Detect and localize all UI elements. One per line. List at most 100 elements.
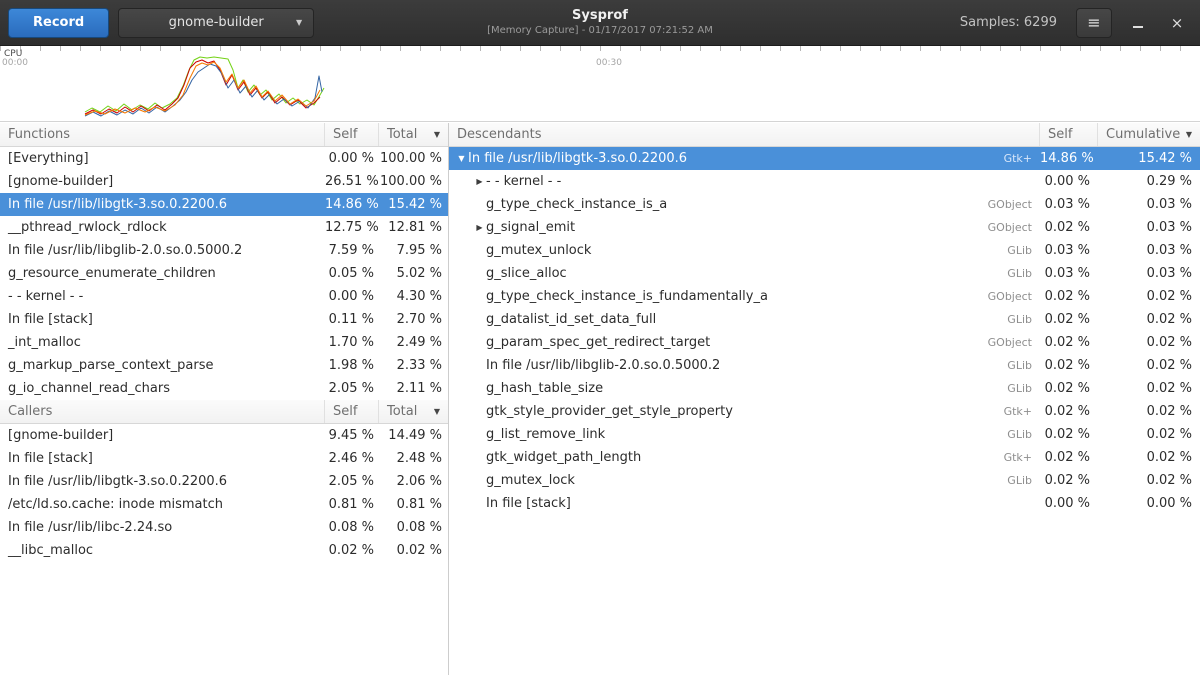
expander-collapsed-icon[interactable]: ▶ — [473, 170, 486, 193]
self-percent: 0.03 % — [1040, 266, 1098, 281]
table-row[interactable]: [gnome-builder]9.45 %14.49 % — [0, 424, 448, 447]
functions-table-body: [Everything]0.00 %100.00 %[gnome-builder… — [0, 147, 448, 400]
function-name-cell: [gnome-builder] — [0, 174, 325, 189]
table-row[interactable]: g_mutex_lockGLib0.02 %0.02 % — [449, 469, 1200, 492]
function-name-cell: In file /usr/lib/libc-2.24.so — [0, 520, 325, 535]
table-row[interactable]: In file [stack]2.46 %2.48 % — [0, 447, 448, 470]
total-percent: 14.49 % — [379, 428, 448, 443]
record-button[interactable]: Record — [8, 8, 109, 38]
table-row[interactable]: _int_malloc1.70 %2.49 % — [0, 331, 448, 354]
table-row[interactable]: In file [stack]0.11 %2.70 % — [0, 308, 448, 331]
library-badge: GObject — [978, 336, 1040, 349]
total-percent: 4.30 % — [379, 289, 448, 304]
capture-subtitle: [Memory Capture] - 01/17/2017 07:21:52 A… — [487, 24, 713, 37]
table-row[interactable]: ▶- - kernel - -0.00 %0.29 % — [449, 170, 1200, 193]
table-row[interactable]: In file /usr/lib/libc-2.24.so0.08 %0.08 … — [0, 516, 448, 539]
table-row[interactable]: - - kernel - -0.00 %4.30 % — [0, 285, 448, 308]
function-name-cell: g_markup_parse_context_parse — [0, 358, 325, 373]
column-header-self[interactable]: Self — [325, 123, 379, 146]
self-percent: 0.02 % — [325, 543, 379, 558]
table-row[interactable]: [gnome-builder]26.51 %100.00 % — [0, 170, 448, 193]
table-row[interactable]: g_type_check_instance_is_fundamentally_a… — [449, 285, 1200, 308]
function-name: In file /usr/lib/libgtk-3.so.0.2200.6 — [8, 197, 227, 212]
table-row[interactable]: In file /usr/lib/libglib-2.0.so.0.5000.2… — [449, 354, 1200, 377]
function-name: gtk_widget_path_length — [486, 450, 641, 465]
table-row[interactable]: ▶g_signal_emitGObject0.02 %0.03 % — [449, 216, 1200, 239]
column-header-self[interactable]: Self — [325, 400, 379, 423]
table-row[interactable]: g_hash_table_sizeGLib0.02 %0.02 % — [449, 377, 1200, 400]
total-percent: 2.06 % — [379, 474, 448, 489]
cpu-graph[interactable]: CPU 00:00 00:30 — [0, 46, 1200, 122]
total-percent: 100.00 % — [379, 151, 448, 166]
column-header-cumulative[interactable]: Cumulative ▼ — [1098, 123, 1200, 146]
table-row[interactable]: In file /usr/lib/libgtk-3.so.0.2200.614.… — [0, 193, 448, 216]
table-row[interactable]: gtk_widget_path_lengthGtk+0.02 %0.02 % — [449, 446, 1200, 469]
table-row[interactable]: gtk_style_provider_get_style_propertyGtk… — [449, 400, 1200, 423]
chevron-down-icon: ▼ — [296, 18, 302, 27]
total-percent: 2.70 % — [379, 312, 448, 327]
expander-collapsed-icon[interactable]: ▶ — [473, 216, 486, 239]
function-name-cell: g_io_channel_read_chars — [0, 381, 325, 396]
cumulative-percent: 0.29 % — [1098, 174, 1200, 189]
menu-button[interactable]: ≡ — [1076, 8, 1112, 38]
descendants-table-header: Descendants Self Cumulative ▼ — [449, 123, 1200, 147]
profile-target-dropdown[interactable]: gnome-builder ▼ — [118, 8, 314, 38]
self-percent: 0.02 % — [1040, 450, 1098, 465]
library-badge: GLib — [997, 428, 1040, 441]
table-row[interactable]: In file /usr/lib/libgtk-3.so.0.2200.62.0… — [0, 470, 448, 493]
function-name: In file /usr/lib/libglib-2.0.so.0.5000.2 — [486, 358, 720, 373]
library-badge: Gtk+ — [994, 451, 1040, 464]
function-name-cell: _int_malloc — [0, 335, 325, 350]
minimize-button[interactable] — [1125, 10, 1151, 36]
self-percent: 0.02 % — [1040, 358, 1098, 373]
column-header-total[interactable]: Total ▼ — [379, 123, 448, 146]
function-name-cell: g_datalist_id_set_data_fullGLib — [449, 312, 1040, 327]
hamburger-icon: ≡ — [1087, 13, 1100, 32]
table-row[interactable]: g_io_channel_read_chars2.05 %2.11 % — [0, 377, 448, 400]
column-header-descendants[interactable]: Descendants — [449, 123, 1040, 146]
table-row[interactable]: In file /usr/lib/libglib-2.0.so.0.5000.2… — [0, 239, 448, 262]
column-header-self[interactable]: Self — [1040, 123, 1098, 146]
table-row[interactable]: g_param_spec_get_redirect_targetGObject0… — [449, 331, 1200, 354]
total-percent: 7.95 % — [379, 243, 448, 258]
table-row[interactable]: g_resource_enumerate_children0.05 %5.02 … — [0, 262, 448, 285]
function-name: g_slice_alloc — [486, 266, 567, 281]
function-name: In file /usr/lib/libgtk-3.so.0.2200.6 — [468, 151, 687, 166]
function-name: __pthread_rwlock_rdlock — [8, 220, 167, 235]
expander-expanded-icon[interactable]: ▼ — [455, 147, 468, 170]
cumulative-percent: 0.02 % — [1098, 335, 1200, 350]
table-row[interactable]: __pthread_rwlock_rdlock12.75 %12.81 % — [0, 216, 448, 239]
function-name-cell: g_type_check_instance_is_aGObject — [449, 197, 1040, 212]
function-name-cell: g_mutex_unlockGLib — [449, 243, 1040, 258]
table-row[interactable]: g_mutex_unlockGLib0.03 %0.03 % — [449, 239, 1200, 262]
table-row[interactable]: __libc_malloc0.02 %0.02 % — [0, 539, 448, 562]
self-percent: 0.02 % — [1040, 404, 1098, 419]
table-row[interactable]: ▼In file /usr/lib/libgtk-3.so.0.2200.6Gt… — [449, 147, 1200, 170]
self-percent: 0.02 % — [1040, 312, 1098, 327]
table-row[interactable]: g_markup_parse_context_parse1.98 %2.33 % — [0, 354, 448, 377]
self-percent: 2.46 % — [325, 451, 379, 466]
cumulative-percent: 0.02 % — [1098, 404, 1200, 419]
sort-indicator-icon: ▼ — [1182, 130, 1192, 139]
function-name-cell: In file [stack] — [0, 312, 325, 327]
function-name-cell: ▶- - kernel - - — [449, 170, 1040, 193]
table-row[interactable]: g_slice_allocGLib0.03 %0.03 % — [449, 262, 1200, 285]
function-name-cell: g_resource_enumerate_children — [0, 266, 325, 281]
table-row[interactable]: [Everything]0.00 %100.00 % — [0, 147, 448, 170]
column-header-total[interactable]: Total ▼ — [379, 400, 448, 423]
table-row[interactable]: g_type_check_instance_is_aGObject0.03 %0… — [449, 193, 1200, 216]
function-name-cell: In file [stack] — [0, 451, 325, 466]
table-row[interactable]: /etc/ld.so.cache: inode mismatch0.81 %0.… — [0, 493, 448, 516]
table-row[interactable]: g_list_remove_linkGLib0.02 %0.02 % — [449, 423, 1200, 446]
close-button[interactable]: × — [1164, 10, 1190, 36]
function-name: g_list_remove_link — [486, 427, 605, 442]
table-row[interactable]: g_datalist_id_set_data_fullGLib0.02 %0.0… — [449, 308, 1200, 331]
column-header-functions[interactable]: Functions — [0, 123, 325, 146]
self-percent: 0.05 % — [325, 266, 379, 281]
minimize-icon — [1133, 26, 1143, 28]
function-name: _int_malloc — [8, 335, 81, 350]
table-row[interactable]: In file [stack]0.00 %0.00 % — [449, 492, 1200, 515]
function-name-cell: - - kernel - - — [0, 289, 325, 304]
column-header-callers[interactable]: Callers — [0, 400, 325, 423]
library-badge: GLib — [997, 359, 1040, 372]
